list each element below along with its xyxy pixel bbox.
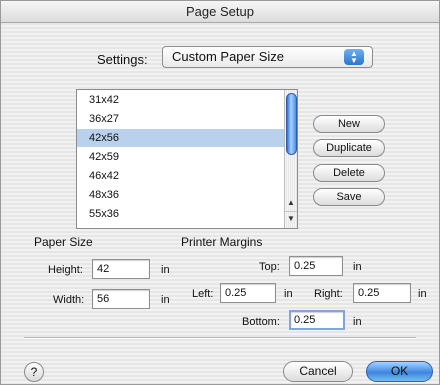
printer-margins-heading: Printer Margins bbox=[181, 235, 263, 249]
duplicate-button[interactable]: Duplicate bbox=[313, 139, 385, 157]
left-margin-field[interactable] bbox=[220, 283, 276, 303]
window-title: Page Setup bbox=[1, 1, 439, 23]
list-item[interactable]: 46x42 bbox=[77, 167, 285, 185]
top-margin-label: Top: bbox=[259, 261, 280, 273]
new-button[interactable]: New bbox=[313, 115, 385, 133]
settings-popup[interactable]: Custom Paper Size ▲ ▼ bbox=[162, 46, 373, 68]
ok-button[interactable]: OK bbox=[366, 361, 433, 382]
settings-popup-value: Custom Paper Size bbox=[172, 49, 284, 64]
height-unit: in bbox=[161, 264, 170, 276]
right-margin-field[interactable] bbox=[353, 283, 411, 303]
right-margin-unit: in bbox=[418, 288, 427, 300]
paper-size-heading: Paper Size bbox=[34, 235, 93, 249]
top-margin-field[interactable] bbox=[289, 256, 343, 276]
list-scrollbar[interactable]: ▲ ▼ bbox=[284, 90, 297, 228]
list-item-selected[interactable]: 42x56 bbox=[77, 129, 285, 147]
height-label: Height: bbox=[48, 264, 83, 276]
scroll-up-arrow-icon[interactable]: ▲ bbox=[285, 196, 297, 210]
page-setup-window: Page Setup Settings: Custom Paper Size ▲… bbox=[0, 0, 440, 385]
save-button[interactable]: Save bbox=[313, 188, 385, 206]
popup-arrows-icon: ▲ ▼ bbox=[344, 49, 364, 65]
bottom-margin-label: Bottom: bbox=[242, 316, 280, 328]
width-unit: in bbox=[161, 294, 170, 306]
settings-label: Settings: bbox=[97, 52, 148, 67]
list-item[interactable]: 36x27 bbox=[77, 110, 285, 128]
left-margin-label: Left: bbox=[192, 288, 214, 300]
left-margin-unit: in bbox=[284, 288, 293, 300]
width-label: Width: bbox=[53, 294, 85, 306]
top-margin-unit: in bbox=[353, 261, 362, 273]
list-item[interactable]: 31x42 bbox=[77, 91, 285, 109]
divider bbox=[24, 337, 416, 339]
list-item[interactable]: 48x36 bbox=[77, 186, 285, 204]
list-item[interactable]: 55x36 bbox=[77, 205, 285, 223]
right-margin-label: Right: bbox=[314, 288, 343, 300]
scroll-thumb[interactable] bbox=[286, 93, 297, 155]
bottom-margin-unit: in bbox=[353, 316, 362, 328]
help-button[interactable]: ? bbox=[24, 362, 44, 382]
scroll-down-arrow-icon[interactable]: ▼ bbox=[285, 211, 297, 225]
cancel-button[interactable]: Cancel bbox=[283, 361, 353, 382]
width-field[interactable] bbox=[92, 289, 150, 309]
height-field[interactable] bbox=[92, 259, 150, 279]
paper-size-list[interactable]: 31x42 36x27 42x56 42x59 46x42 48x36 55x3… bbox=[76, 89, 298, 229]
list-item[interactable]: 42x59 bbox=[77, 148, 285, 166]
bottom-margin-field[interactable] bbox=[289, 310, 345, 330]
delete-button[interactable]: Delete bbox=[313, 164, 385, 182]
